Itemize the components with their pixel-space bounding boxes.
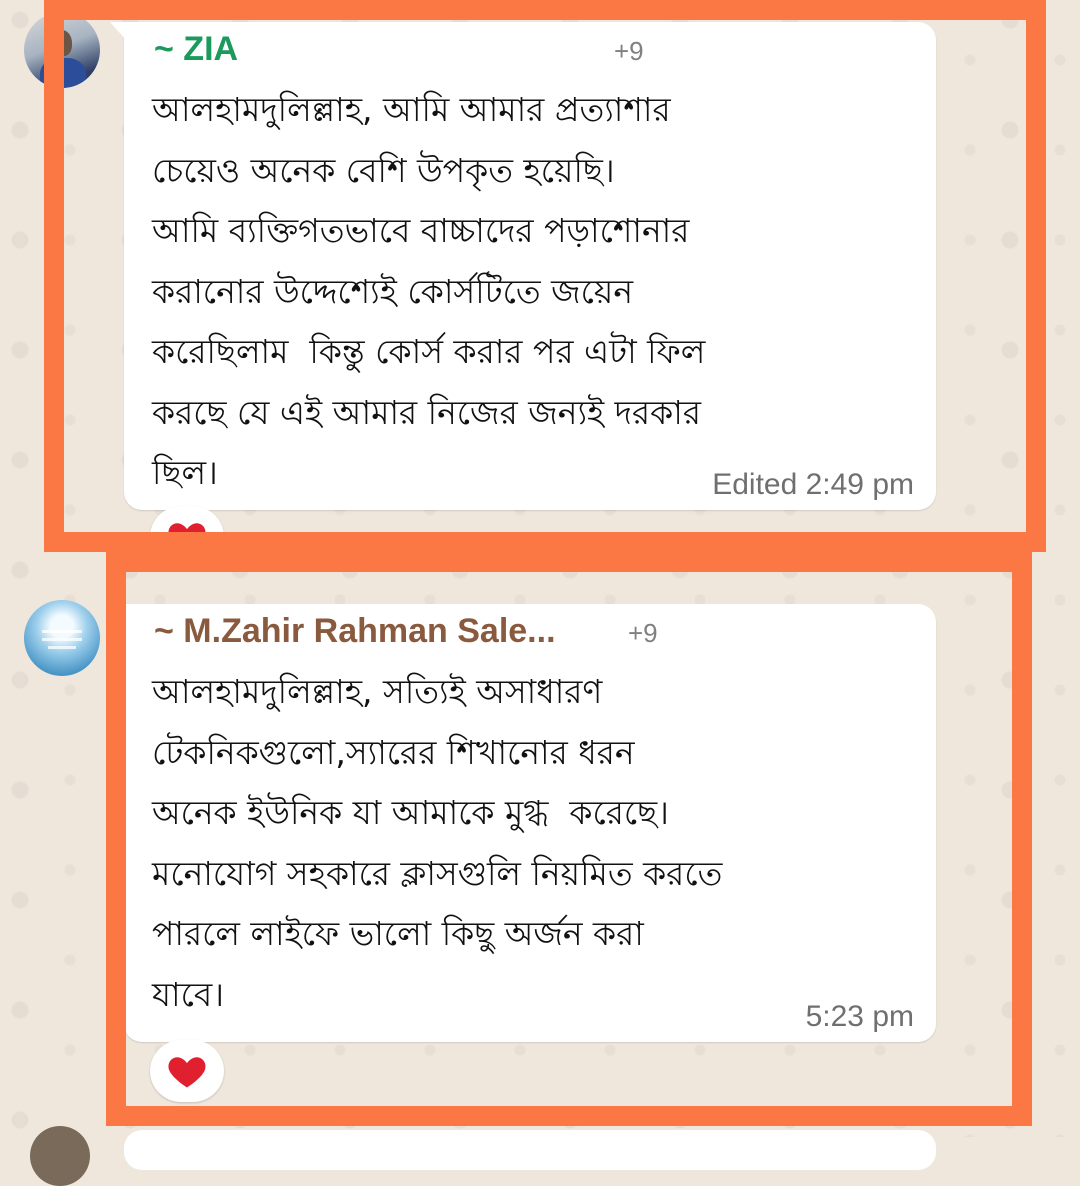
heart-icon <box>168 523 206 554</box>
bubble-tail <box>110 604 126 622</box>
reaction-badge[interactable] <box>150 506 224 568</box>
message-bubble-2[interactable]: ~ M.Zahir Rahman Sale... +9 আলহামদুলিল্ল… <box>110 604 936 1042</box>
message-text: আলহামদুলিল্লাহ, আমি আমার প্রত্যাশার চেয়… <box>152 90 706 492</box>
avatar-figure-body <box>40 58 86 88</box>
sender-name[interactable]: ~ M.Zahir Rahman Sale... <box>154 612 556 651</box>
next-message-bubble[interactable] <box>124 1130 936 1170</box>
message-bubble-1[interactable]: ~ ZIA +9 আলহামদুলিল্লাহ, আমি আমার প্রত্য… <box>110 22 936 510</box>
avatar-line <box>42 638 82 641</box>
sender-phone: +9 <box>614 36 644 66</box>
avatar-line <box>42 630 82 633</box>
bubble-tail <box>110 22 126 40</box>
message-text: আলহামদুলিল্লাহ, সত্যিই অসাধারণ টেকনিকগুল… <box>152 672 723 1014</box>
reaction-badge[interactable] <box>150 1040 224 1102</box>
heart-icon <box>168 1057 206 1088</box>
message-timestamp: 5:23 pm <box>805 1000 914 1033</box>
next-sender-avatar[interactable] <box>30 1126 90 1186</box>
message-timestamp: Edited 2:49 pm <box>712 468 914 501</box>
sender-avatar-zia[interactable] <box>24 12 100 88</box>
sender-avatar-zahir[interactable] <box>24 600 100 676</box>
sender-name[interactable]: ~ ZIA <box>154 30 238 69</box>
sender-phone: +9 <box>628 618 658 648</box>
avatar-line <box>48 646 76 649</box>
avatar-figure-head <box>52 30 72 56</box>
